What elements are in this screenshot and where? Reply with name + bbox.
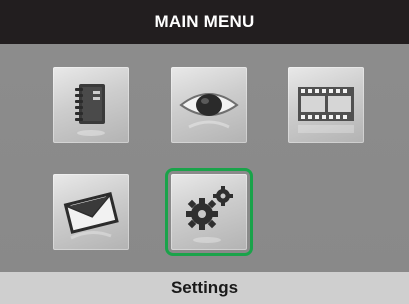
menu-item-settings[interactable] — [165, 168, 253, 256]
eye-icon — [171, 67, 247, 143]
selected-item-label: Settings — [0, 272, 409, 304]
menu-item-messages[interactable] — [53, 174, 129, 250]
envelope-icon — [53, 174, 129, 250]
menu-grid — [0, 44, 409, 272]
address-book-icon — [53, 67, 129, 143]
menu-item-video[interactable] — [288, 67, 364, 143]
menu-item-view[interactable] — [171, 67, 247, 143]
gears-icon — [171, 174, 247, 250]
menu-item-address-book[interactable] — [53, 67, 129, 143]
film-strip-icon — [288, 67, 364, 143]
main-menu-screen: MAIN MENU Settings — [0, 0, 409, 304]
page-title: MAIN MENU — [0, 0, 409, 44]
